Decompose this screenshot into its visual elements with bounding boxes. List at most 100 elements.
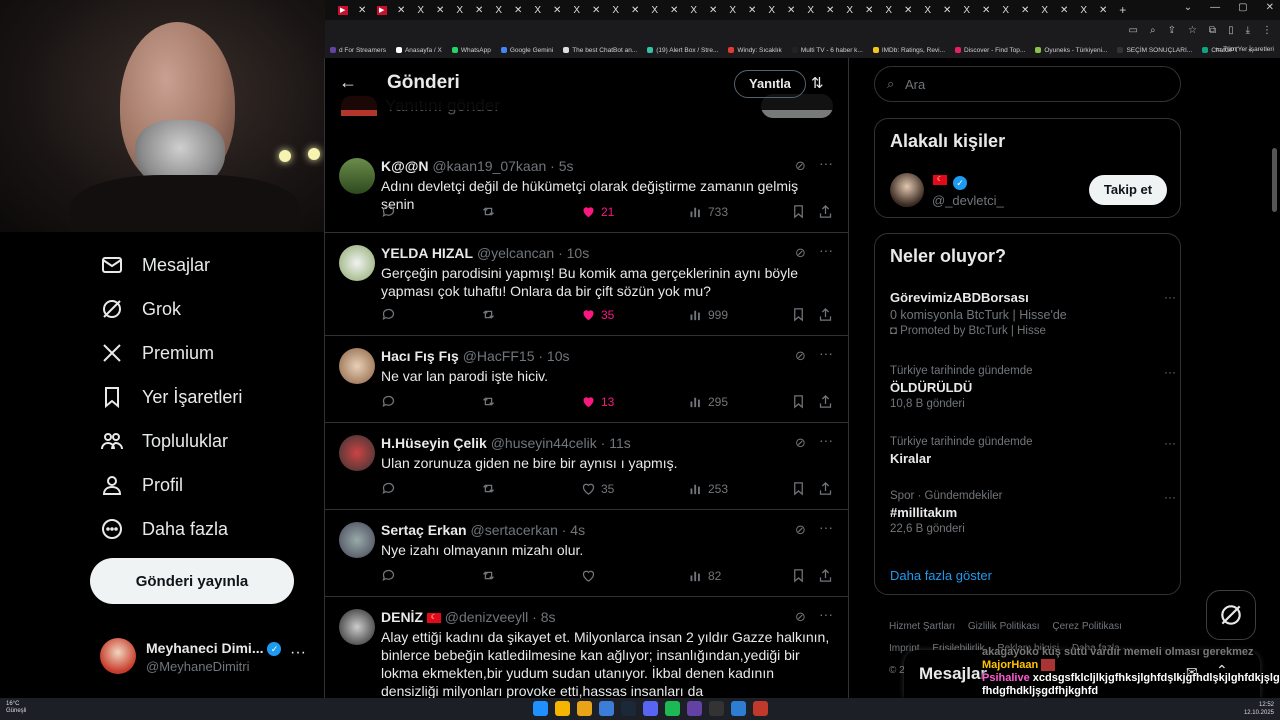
more-icon[interactable]: ··· — [1164, 365, 1176, 379]
reply-icon[interactable] — [381, 481, 396, 496]
browser-tab[interactable]: X — [840, 0, 860, 20]
share-icon[interactable] — [818, 481, 833, 496]
share-icon[interactable] — [818, 568, 833, 583]
browser-tab[interactable]: ✕ — [392, 0, 412, 20]
bookmark[interactable]: Google Gemini — [496, 47, 558, 54]
like-button[interactable]: 35 — [581, 307, 614, 322]
views-button[interactable]: 82 — [688, 568, 721, 583]
new-tab-icon[interactable]: + — [1113, 0, 1133, 20]
back-arrow-icon[interactable]: ← — [339, 72, 357, 93]
views-button[interactable]: 999 — [688, 307, 728, 322]
nav-grok[interactable]: Grok — [100, 297, 181, 321]
browser-tab[interactable]: ✕ — [1016, 0, 1036, 20]
all-bookmarks-folder[interactable]: ▭ Tüm Yer İşaretleri — [1215, 45, 1274, 53]
grok-floating-button[interactable] — [1206, 590, 1256, 640]
footer-link[interactable]: Çerez Politikası — [1052, 621, 1121, 632]
system-tray[interactable]: 12:52 12.10.2025 — [1244, 701, 1274, 717]
folder-icon[interactable] — [577, 701, 592, 716]
like-button[interactable]: 35 — [581, 481, 614, 496]
bookmark[interactable]: IMDb: Ratings, Revi... — [868, 47, 950, 54]
browser-tab[interactable]: X — [450, 0, 470, 20]
bookmark-icon[interactable] — [791, 394, 806, 409]
menu-icon[interactable]: ⋮ — [1262, 25, 1272, 36]
app-icon[interactable] — [599, 701, 614, 716]
browser-tab[interactable]: X — [996, 0, 1016, 20]
browser-tab[interactable]: ✕ — [704, 0, 724, 20]
browser-tab[interactable]: ✕ — [509, 0, 529, 20]
app-icon[interactable] — [753, 701, 768, 716]
share-icon[interactable] — [818, 394, 833, 409]
more-icon[interactable]: ··· — [819, 519, 833, 535]
extensions-icon[interactable]: ⧉ — [1209, 25, 1216, 36]
bookmark[interactable]: Discover - Find Top... — [950, 47, 1030, 54]
bookmark-icon[interactable] — [791, 204, 806, 219]
more-icon[interactable]: ··· — [1164, 436, 1176, 450]
browser-tab[interactable]: ✕ — [821, 0, 841, 20]
share-icon[interactable] — [818, 307, 833, 322]
grok-icon[interactable]: ⊘ — [795, 435, 806, 451]
bookmark[interactable]: WhatsApp — [447, 47, 496, 54]
like-button[interactable] — [581, 568, 601, 583]
views-button[interactable]: 253 — [688, 481, 728, 496]
retweet-icon[interactable] — [481, 204, 496, 219]
nav-communities[interactable]: Topluluklar — [100, 429, 228, 453]
nav-profile[interactable]: Profil — [100, 473, 183, 497]
like-button[interactable]: 13 — [581, 394, 614, 409]
browser-tab[interactable]: X — [801, 0, 821, 20]
reply-icon[interactable] — [381, 568, 396, 583]
show-more-link[interactable]: Daha fazla göster — [890, 568, 992, 583]
start-icon[interactable] — [533, 701, 548, 716]
zoom-icon[interactable]: ⌕ — [1150, 25, 1156, 36]
browser-tab[interactable]: ▶ — [372, 0, 392, 20]
app-icon[interactable] — [709, 701, 724, 716]
chrome-icon[interactable] — [555, 701, 570, 716]
more-icon[interactable]: ··· — [819, 606, 833, 622]
bookmark[interactable]: (19) Alert Box / Stre... — [642, 47, 723, 54]
close-icon[interactable]: ✕ — [1266, 2, 1274, 13]
scrollbar[interactable] — [1272, 148, 1277, 212]
filter-sliders-icon[interactable]: ⇅ — [811, 74, 824, 92]
browser-tab[interactable]: ✕ — [743, 0, 763, 20]
browser-tab[interactable]: ✕ — [587, 0, 607, 20]
weather-widget[interactable]: 16°C Güneşli — [6, 701, 26, 715]
browser-tab[interactable]: ✕ — [1094, 0, 1114, 20]
bookmark[interactable]: Multi TV - 6 haber k... — [787, 47, 868, 54]
browser-tab[interactable]: X — [684, 0, 704, 20]
account-switcher[interactable]: Meyhaneci Dimi... ✓ @MeyhaneDimitri ··· — [100, 632, 320, 682]
spotify-icon[interactable] — [665, 701, 680, 716]
bookmark[interactable]: SEÇİM SONUÇLARI... — [1112, 47, 1197, 54]
browser-tab[interactable]: ✕ — [938, 0, 958, 20]
bookmark-icon[interactable] — [791, 307, 806, 322]
bookmark[interactable]: Oyuneks - Türkiyeni... — [1030, 47, 1112, 54]
discord-icon[interactable] — [643, 701, 658, 716]
browser-tab[interactable]: ✕ — [1055, 0, 1075, 20]
grok-icon[interactable]: ⊘ — [795, 609, 806, 625]
reply-icon[interactable] — [381, 394, 396, 409]
browser-tab[interactable]: ✕ — [626, 0, 646, 20]
browser-tab[interactable]: X — [879, 0, 899, 20]
bookmark[interactable]: d For Streamers — [325, 47, 391, 54]
nav-bookmarks[interactable]: Yer İşaretleri — [100, 385, 242, 409]
tweet[interactable]: YELDA HIZAL @yelcancan · 10s ⊘ ··· Gerçe… — [325, 233, 848, 336]
browser-tab[interactable]: ✕ — [353, 0, 373, 20]
tweet[interactable]: H.Hüseyin Çelik @huseyin44celik · 11s ⊘ … — [325, 423, 848, 510]
browser-tab[interactable]: ✕ — [665, 0, 685, 20]
bookmark-icon[interactable] — [791, 568, 806, 583]
browser-tab[interactable]: X — [918, 0, 938, 20]
more-icon[interactable]: ··· — [1164, 290, 1176, 304]
reply-icon[interactable] — [381, 307, 396, 322]
bookmark-icon[interactable] — [791, 481, 806, 496]
browser-tab[interactable]: X — [489, 0, 509, 20]
more-icon[interactable]: ··· — [819, 345, 833, 361]
more-icon[interactable]: ··· — [290, 644, 306, 662]
search-input[interactable]: ⌕ Ara — [874, 66, 1181, 102]
share-icon[interactable]: ⇪ — [1168, 25, 1176, 36]
trend-item[interactable]: GörevimizABDBorsası 0 komisyonla BtcTurk… — [890, 290, 1176, 337]
more-icon[interactable]: ··· — [819, 242, 833, 258]
browser-tab[interactable]: X — [411, 0, 431, 20]
retweet-icon[interactable] — [481, 481, 496, 496]
sidebar-icon[interactable]: ▯ — [1228, 25, 1234, 36]
browser-tab[interactable]: X — [567, 0, 587, 20]
trend-item[interactable]: Türkiye tarihinde gündemde ÖLDÜRÜLDÜ 10,… — [890, 365, 1176, 410]
star-icon[interactable]: ☆ — [1188, 25, 1197, 36]
